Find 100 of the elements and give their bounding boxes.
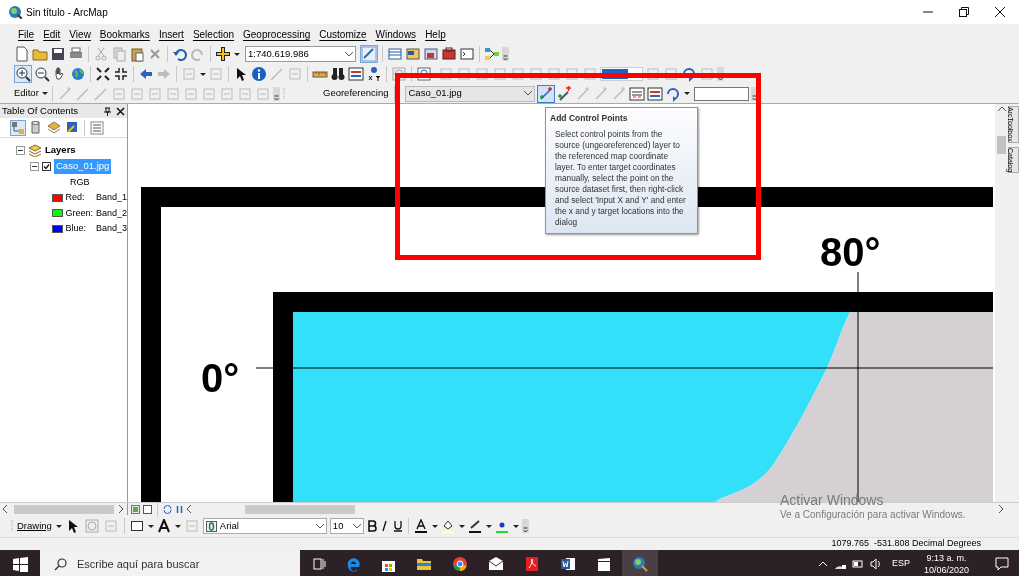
add-data-icon[interactable]	[215, 46, 231, 62]
scroll-left-icon[interactable]	[3, 505, 8, 513]
back-arrow-icon[interactable]	[138, 66, 154, 82]
zoom-in-icon[interactable]	[15, 66, 31, 82]
paste-icon[interactable]	[129, 46, 145, 62]
caret-icon[interactable]	[55, 524, 62, 528]
scroll-right-icon[interactable]	[119, 505, 124, 513]
tool-icon[interactable]	[528, 66, 544, 82]
scroll-left-icon[interactable]	[187, 505, 192, 513]
tool-icon[interactable]	[699, 66, 715, 82]
caret-icon[interactable]	[485, 524, 492, 528]
toolbox-icon[interactable]	[441, 46, 457, 62]
size-combo-box[interactable]: 10	[329, 518, 364, 534]
catalog-icon[interactable]	[405, 46, 421, 62]
close-icon[interactable]	[116, 106, 125, 116]
rotate-icon[interactable]	[681, 66, 697, 82]
tool-icon[interactable]	[645, 66, 661, 82]
viewer-icon[interactable]	[629, 85, 646, 102]
scale-combo-box[interactable]: 1:740.619.986	[245, 46, 356, 62]
folder-icon[interactable]	[416, 556, 432, 572]
caret-icon[interactable]	[174, 524, 181, 528]
model-builder-icon[interactable]	[484, 46, 500, 62]
toolbar-grip-icon[interactable]	[10, 518, 14, 534]
menu-item[interactable]: Windows	[375, 26, 417, 42]
python-window-icon[interactable]	[459, 46, 475, 62]
clock-date[interactable]: 10/06/2020	[923, 564, 969, 576]
drawing-menu[interactable]: Drawing	[17, 518, 52, 534]
toolbar-overflow-icon[interactable]	[751, 86, 759, 101]
start-icon[interactable]	[12, 556, 28, 572]
search-window-icon[interactable]	[423, 46, 439, 62]
pause-icon[interactable]	[175, 504, 184, 514]
font-color-icon[interactable]	[413, 519, 428, 533]
menu-item[interactable]: Help	[425, 26, 446, 42]
list-by-drawing-order-icon[interactable]	[11, 120, 25, 135]
data-view-icon[interactable]	[131, 504, 140, 514]
task-view-icon[interactable]	[312, 557, 326, 571]
caret-icon[interactable]	[431, 524, 438, 528]
undo-icon[interactable]	[172, 46, 188, 62]
caret-icon[interactable]	[458, 524, 465, 528]
taskbar-search-field[interactable]: Escribe aquí para buscar	[40, 550, 300, 576]
menu-item[interactable]: Geoprocessing	[243, 26, 311, 42]
arcmap-taskbar-icon[interactable]	[632, 556, 648, 572]
editor-toolbar-icon[interactable]	[361, 46, 377, 62]
tool-icon[interactable]	[456, 66, 472, 82]
save-icon[interactable]	[50, 46, 66, 62]
toolbar-overflow-icon[interactable]	[272, 86, 280, 101]
tool-icon[interactable]	[438, 66, 454, 82]
slider-window-icon[interactable]	[83, 518, 100, 534]
text-icon[interactable]	[156, 519, 171, 533]
scroll-right-icon[interactable]	[999, 505, 1004, 513]
rectangle-icon[interactable]	[129, 519, 144, 533]
clapperboard-icon[interactable]	[596, 556, 612, 572]
expand-toggle-icon[interactable]	[30, 161, 39, 171]
caret-icon[interactable]	[684, 92, 691, 95]
menu-item[interactable]: Customize	[319, 26, 367, 42]
tool-icon[interactable]	[510, 66, 526, 82]
fill-color-icon[interactable]	[440, 519, 455, 533]
dropdown-caret-icon[interactable]	[345, 51, 353, 57]
binoculars-icon[interactable]	[330, 66, 346, 82]
layer-combo-box[interactable]: Caso_01.jpg	[405, 85, 536, 102]
font-combo-box[interactable]: Arial	[202, 518, 327, 534]
georeferencing-menu[interactable]: Georeferencing	[321, 86, 391, 101]
tree-item[interactable]: Layers	[45, 143, 76, 158]
mail-icon[interactable]	[488, 556, 504, 572]
zoom-out-icon[interactable]	[34, 66, 50, 82]
tool-icon[interactable]	[492, 66, 508, 82]
new-document-icon[interactable]	[14, 46, 30, 62]
layer-checkbox[interactable]	[42, 161, 51, 171]
pin-icon[interactable]	[103, 106, 112, 116]
refresh-icon[interactable]	[163, 504, 172, 514]
menu-item[interactable]: File	[18, 26, 35, 42]
caret-icon[interactable]	[147, 524, 154, 528]
word-icon[interactable]	[560, 556, 576, 572]
tool-icon[interactable]	[582, 66, 598, 82]
caret-icon[interactable]	[200, 72, 206, 76]
magic-wand-icon[interactable]	[557, 85, 574, 102]
list-by-visibility-icon[interactable]	[46, 119, 62, 136]
bold-icon[interactable]	[366, 520, 377, 532]
link-table-icon[interactable]	[647, 85, 664, 102]
dropdown-caret-icon[interactable]	[315, 523, 324, 529]
battery-icon[interactable]	[851, 558, 864, 570]
fixed-zoom-out-icon[interactable]	[113, 66, 129, 82]
menu-item[interactable]: View	[69, 26, 91, 42]
tool-icon[interactable]	[474, 66, 490, 82]
chrome-icon[interactable]	[452, 556, 468, 572]
underline-icon[interactable]	[392, 520, 403, 532]
italic-icon[interactable]	[379, 520, 390, 532]
dropdown-caret-icon[interactable]	[524, 91, 533, 96]
tool-icon[interactable]	[546, 66, 562, 82]
edge-browser-icon[interactable]	[346, 556, 361, 572]
menu-item[interactable]: Bookmarks	[99, 26, 150, 42]
expand-toggle-icon[interactable]	[16, 145, 25, 155]
globe-icon[interactable]	[70, 66, 86, 82]
notification-icon[interactable]	[995, 557, 1009, 571]
restore-icon[interactable]	[959, 7, 969, 17]
link-table-icon[interactable]	[348, 66, 364, 82]
table-icon[interactable]	[387, 46, 403, 62]
add-control-points-button[interactable]	[537, 84, 556, 103]
caret-icon[interactable]	[234, 52, 240, 56]
tool-icon[interactable]	[663, 66, 679, 82]
